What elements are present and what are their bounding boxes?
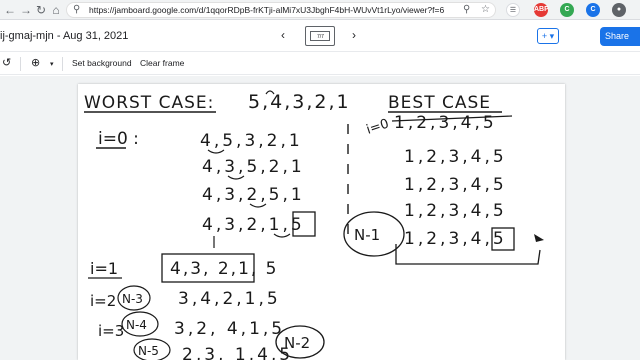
best-case-heading: BEST CASE: [388, 93, 491, 113]
toolbar-divider: [20, 57, 21, 71]
frame-bar-button[interactable]: 7/7: [305, 26, 335, 46]
worst-row-1: 4,5,3,2,1: [200, 131, 303, 151]
home-icon[interactable]: ⌂: [48, 2, 64, 18]
lock-icon[interactable]: ⚲: [73, 4, 80, 15]
previous-frame-button[interactable]: ‹: [281, 28, 285, 42]
iteration-3-row: 3,2, 4,1,5: [174, 319, 285, 339]
profile-avatar[interactable]: ●: [612, 3, 626, 17]
n-minus-3-label: N-3: [122, 292, 143, 306]
worst-case-heading: WORST CASE:: [84, 93, 214, 113]
back-icon[interactable]: ←: [2, 2, 18, 18]
url-text[interactable]: https://jamboard.google.com/d/1qqorRDpB-…: [89, 5, 444, 15]
best-row-4: 1,2,3,4,5: [404, 201, 507, 221]
bookmark-star-icon[interactable]: ☆: [481, 4, 490, 15]
best-row-1: 1,2,3,4,5: [394, 113, 497, 133]
iteration-2-row: 3,4,2,1,5: [178, 289, 281, 309]
undo-icon[interactable]: ↺: [2, 56, 11, 69]
address-bar[interactable]: ⚲ https://jamboard.google.com/d/1qqorRDp…: [66, 2, 496, 18]
iteration-1-label: i=1: [90, 259, 118, 278]
adblock-icon[interactable]: ABP: [534, 3, 549, 17]
extension-c-icon[interactable]: C: [560, 3, 574, 17]
worst-row-2: 4,3,5,2,1: [202, 157, 305, 177]
n-minus-2-label: N-2: [284, 334, 310, 352]
iteration-1-row: 4,3, 2,1, 5: [170, 259, 279, 279]
toolbar-divider: [62, 57, 63, 71]
best-row-3: 1,2,3,4,5: [404, 175, 507, 195]
share-button[interactable]: Share: [600, 27, 640, 46]
forward-icon[interactable]: →: [18, 2, 34, 18]
worst-row-4: 4,3,2,1,5: [202, 215, 305, 235]
frame-counter: 7/7: [317, 34, 324, 40]
worst-case-array: 5,4,3,2,1: [248, 91, 351, 113]
extension-icon[interactable]: ☰: [506, 3, 520, 17]
frame-thumbnail-icon: 7/7: [310, 31, 330, 41]
browser-toolbar: ← → ↻ ⌂ ⚲ https://jamboard.google.com/d/…: [0, 0, 640, 20]
n-minus-1-label: N-1: [354, 226, 380, 244]
app-header: ij-gmaj-mjn - Aug 31, 2021 ‹ 7/7 › + ▾ S…: [0, 20, 640, 52]
set-background-button[interactable]: Set background: [72, 58, 132, 68]
arrow-icon: [534, 234, 544, 242]
n-minus-4-label: N-4: [126, 318, 147, 332]
jamboard-frame[interactable]: WORST CASE: 5,4,3,2,1 BEST CASE i=0 : 4,…: [78, 84, 565, 360]
add-frame-button[interactable]: + ▾: [537, 28, 559, 44]
next-frame-button[interactable]: ›: [352, 28, 356, 42]
zoom-icon[interactable]: ⊕: [31, 56, 40, 69]
iteration-0-label: i=0 :: [98, 129, 139, 149]
best-iteration-0-label: i=0: [365, 116, 391, 137]
clear-frame-button[interactable]: Clear frame: [140, 58, 184, 68]
extension-c2-icon[interactable]: C: [586, 3, 600, 17]
best-row-2: 1,2,3,4,5: [404, 147, 507, 167]
iteration-4-row: 2,3, 1,4,5: [182, 345, 293, 360]
zoom-icon[interactable]: ⚲: [463, 4, 470, 15]
handwriting-layer: WORST CASE: 5,4,3,2,1 BEST CASE i=0 : 4,…: [84, 90, 544, 360]
document-title: ij-gmaj-mjn - Aug 31, 2021: [0, 30, 129, 42]
zoom-dropdown-caret-icon[interactable]: ▾: [50, 60, 54, 68]
iteration-3-label: i=3: [98, 322, 124, 340]
best-row-5: 1,2,3,4,5: [404, 229, 507, 249]
frame-toolbar: ↺ ⊕ ▾ Set background Clear frame: [0, 53, 640, 75]
iteration-2-label: i=2: [90, 292, 116, 310]
n-minus-5-label: N-5: [138, 344, 159, 358]
worst-row-3: 4,3,2,5,1: [202, 185, 305, 205]
reload-icon[interactable]: ↻: [33, 2, 49, 18]
